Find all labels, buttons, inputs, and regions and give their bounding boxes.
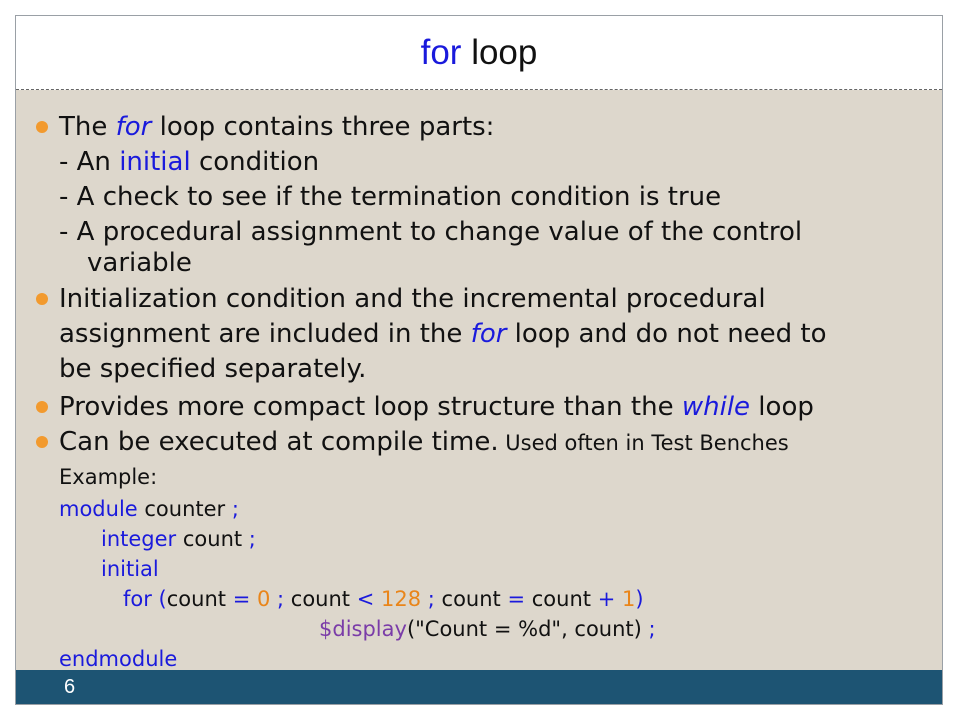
- code-punct: ;: [648, 617, 656, 641]
- code-keyword: integer: [101, 527, 177, 551]
- part-3-continuation: variable: [87, 248, 192, 278]
- text: loop: [750, 392, 814, 422]
- part-3-line: - A procedural assignment to change valu…: [59, 217, 803, 247]
- while-keyword: while: [681, 392, 751, 422]
- initial-keyword: initial: [119, 147, 191, 177]
- code-identifier: count: [525, 587, 598, 611]
- code-punct: ;: [248, 527, 256, 551]
- text: The: [59, 112, 116, 142]
- bullet-3-line: Provides more compact loop structure tha…: [59, 390, 814, 424]
- code-identifier: count: [166, 587, 233, 611]
- text: assignment are included in the: [59, 319, 471, 349]
- bullet-marker: [36, 401, 48, 413]
- text: loop contains three parts:: [151, 112, 495, 142]
- code-system-task: $display: [319, 617, 407, 641]
- text: Can be executed at compile time.: [59, 427, 499, 457]
- slide-title: for loop: [16, 16, 942, 90]
- code-identifier: count: [441, 587, 508, 611]
- title-rest: loop: [461, 33, 538, 72]
- bullet-marker: [36, 436, 48, 448]
- code-operator: =: [232, 587, 251, 611]
- code-punct: (: [406, 617, 416, 641]
- text: Provides more compact loop structure tha…: [59, 392, 682, 422]
- bullet-marker: [36, 293, 48, 305]
- part-2-line: - A check to see if the termination cond…: [59, 182, 722, 212]
- text: - An: [59, 147, 120, 177]
- code-punct: ;: [270, 587, 291, 611]
- code-punct: ): [635, 587, 644, 611]
- code-number: 128: [374, 587, 422, 611]
- code-operator: +: [597, 587, 616, 611]
- bullet-2-line-3: be specified separately.: [59, 354, 367, 384]
- for-keyword: for: [115, 112, 152, 142]
- code-identifier: counter: [137, 497, 232, 521]
- code-keyword: for: [123, 587, 152, 611]
- code-line-4: for (count = 0 ; count < 128 ; count = c…: [123, 584, 644, 614]
- for-keyword: for: [470, 319, 507, 349]
- bullet-2-line-1: Initialization condition and the increme…: [59, 284, 766, 314]
- code-number: 0: [250, 587, 271, 611]
- code-keyword: initial: [101, 557, 159, 581]
- code-keyword: endmodule: [59, 647, 178, 671]
- code-punct: ;: [421, 587, 442, 611]
- page-number: 6: [64, 676, 76, 698]
- title-keyword: for: [420, 33, 462, 72]
- code-line-1: module counter ;: [59, 494, 239, 524]
- code-punct: ;: [231, 497, 239, 521]
- code-punct: (: [151, 587, 167, 611]
- code-operator: =: [507, 587, 526, 611]
- code-line-5: $display("Count = %d", count) ;: [319, 614, 656, 644]
- code-operator: <: [356, 587, 375, 611]
- part-1-line: - An initial condition: [59, 145, 319, 179]
- text: Used often in Test Benches: [498, 431, 789, 455]
- code-string: "Count = %d": [415, 617, 562, 641]
- text: condition: [190, 147, 320, 177]
- bullet-marker: [36, 121, 48, 133]
- code-keyword: module: [59, 497, 138, 521]
- code-identifier: count: [290, 587, 357, 611]
- footer-bar: 6: [16, 670, 942, 704]
- code-number: 1: [615, 587, 636, 611]
- example-label: Example:: [59, 465, 158, 489]
- code-line-3: initial: [101, 554, 159, 584]
- code-line-2: integer count ;: [101, 524, 256, 554]
- code-identifier: , count): [561, 617, 649, 641]
- bullet-1-line: The for loop contains three parts:: [59, 110, 494, 144]
- slide: for loop The for loop contains three par…: [15, 15, 943, 705]
- bullet-2-line-2: assignment are included in the for loop …: [59, 317, 827, 351]
- text: loop and do not need to: [506, 319, 827, 349]
- code-identifier: count: [176, 527, 249, 551]
- bullet-4-line: Can be executed at compile time. Used of…: [59, 425, 789, 459]
